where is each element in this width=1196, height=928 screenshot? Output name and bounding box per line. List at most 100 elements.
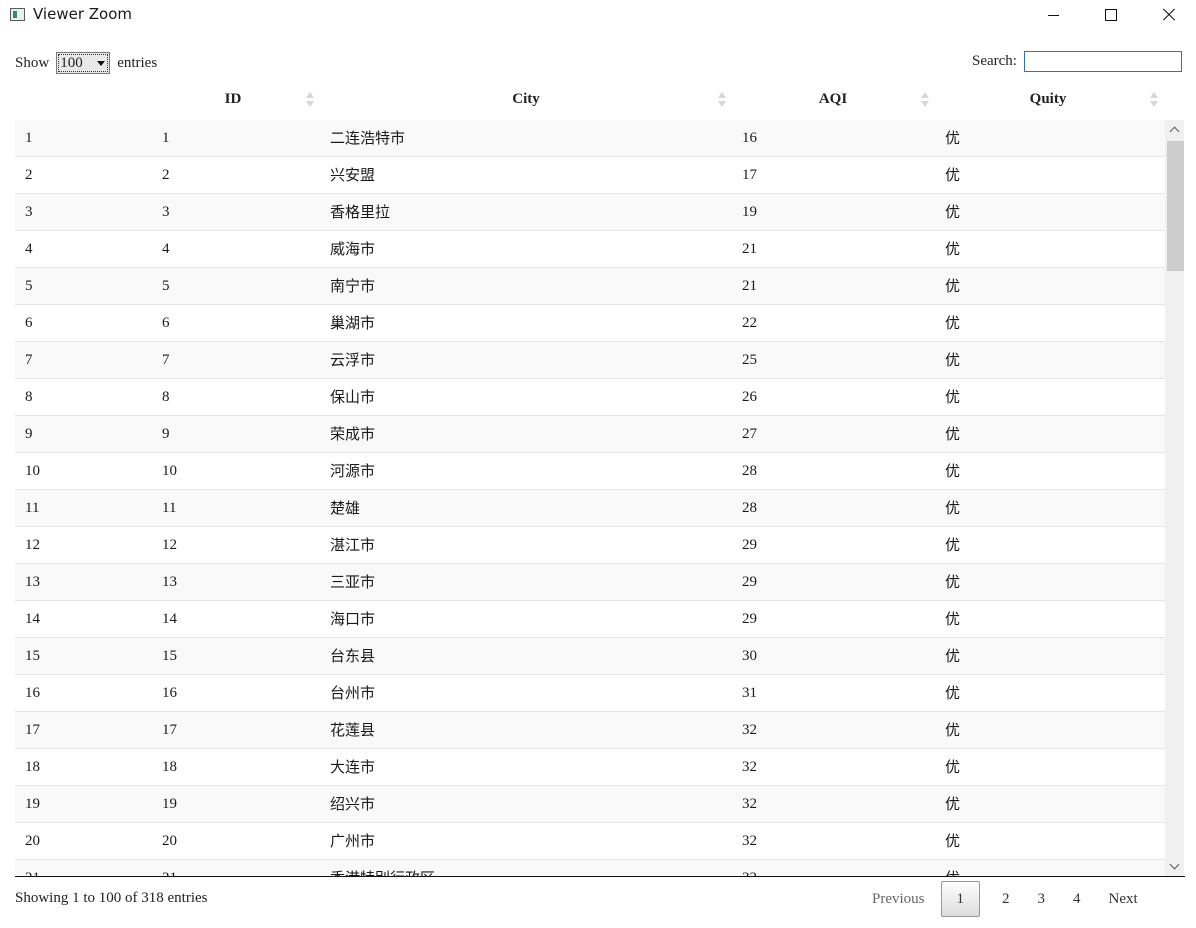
chevron-down-icon bbox=[97, 60, 106, 66]
table-row[interactable]: 8 8 保山市 26 优 bbox=[15, 379, 1165, 416]
cell-city: 花莲县 bbox=[330, 721, 376, 739]
cell-id: 17 bbox=[162, 722, 177, 738]
scrollbar-thumb[interactable] bbox=[1167, 141, 1184, 271]
entries-label: entries bbox=[117, 54, 158, 71]
cell-index: 4 bbox=[25, 241, 33, 257]
cell-quity: 优 bbox=[945, 795, 961, 813]
cell-quity: 优 bbox=[945, 573, 961, 591]
cell-aqi: 28 bbox=[742, 463, 757, 479]
cell-quity: 优 bbox=[945, 314, 961, 332]
cell-aqi: 22 bbox=[742, 315, 757, 331]
table-header: ID City AQI Quity bbox=[15, 84, 1165, 121]
cell-city: 云浮市 bbox=[330, 351, 376, 369]
cell-id: 20 bbox=[162, 833, 177, 849]
table-row[interactable]: 17 17 花莲县 32 优 bbox=[15, 712, 1165, 749]
table-row[interactable]: 18 18 大连市 32 优 bbox=[15, 749, 1165, 786]
table-row[interactable]: 11 11 楚雄 28 优 bbox=[15, 490, 1165, 527]
cell-city: 香格里拉 bbox=[330, 203, 391, 221]
cell-quity: 优 bbox=[945, 610, 961, 628]
cell-id: 6 bbox=[162, 315, 170, 331]
page-button-4[interactable]: 4 bbox=[1059, 881, 1095, 917]
page-length-value: 100 bbox=[60, 54, 83, 71]
table-row[interactable]: 12 12 湛江市 29 优 bbox=[15, 527, 1165, 564]
cell-id: 18 bbox=[162, 759, 177, 775]
title-bar: Viewer Zoom bbox=[0, 0, 1196, 32]
table-row[interactable]: 15 15 台东县 30 优 bbox=[15, 638, 1165, 675]
table-row[interactable]: 5 5 南宁市 21 优 bbox=[15, 268, 1165, 305]
table-row[interactable]: 19 19 绍兴市 32 优 bbox=[15, 786, 1165, 823]
column-header-index[interactable] bbox=[15, 84, 149, 120]
cell-index: 2 bbox=[25, 167, 33, 183]
vertical-scrollbar[interactable] bbox=[1165, 120, 1184, 876]
cell-index: 11 bbox=[25, 500, 40, 516]
close-button[interactable] bbox=[1146, 0, 1192, 30]
cell-id: 16 bbox=[162, 685, 177, 701]
cell-index: 19 bbox=[25, 796, 40, 812]
cell-quity: 优 bbox=[945, 203, 961, 221]
previous-page-button[interactable]: Previous bbox=[858, 881, 939, 917]
sort-icon bbox=[921, 92, 929, 108]
cell-quity: 优 bbox=[945, 277, 961, 295]
page-length-control: Show 100 entries bbox=[15, 52, 157, 74]
cell-id: 1 bbox=[162, 130, 170, 146]
minimize-button[interactable] bbox=[1030, 0, 1076, 30]
cell-city: 荣成市 bbox=[330, 425, 376, 443]
cell-id: 13 bbox=[162, 574, 177, 590]
search-input[interactable] bbox=[1023, 51, 1182, 72]
table-row[interactable]: 14 14 海口市 29 优 bbox=[15, 601, 1165, 638]
table-row[interactable]: 10 10 河源市 28 优 bbox=[15, 453, 1165, 490]
table-row[interactable]: 2 2 兴安盟 17 优 bbox=[15, 157, 1165, 194]
cell-quity: 优 bbox=[945, 425, 961, 443]
show-label: Show bbox=[15, 54, 50, 71]
window-title: Viewer Zoom bbox=[33, 5, 133, 23]
table-row[interactable]: 3 3 香格里拉 19 优 bbox=[15, 194, 1165, 231]
cell-aqi: 21 bbox=[742, 278, 757, 294]
next-page-button[interactable]: Next bbox=[1095, 881, 1152, 917]
column-header-aqi[interactable]: AQI bbox=[735, 84, 931, 120]
cell-city: 兴安盟 bbox=[330, 166, 376, 184]
cell-city: 台州市 bbox=[330, 684, 376, 702]
cell-id: 2 bbox=[162, 167, 170, 183]
table-row[interactable]: 4 4 威海市 21 优 bbox=[15, 231, 1165, 268]
cell-city: 海口市 bbox=[330, 610, 376, 628]
table-row[interactable]: 9 9 荣成市 27 优 bbox=[15, 416, 1165, 453]
page-button-2[interactable]: 2 bbox=[988, 881, 1024, 917]
scroll-up-button[interactable] bbox=[1165, 120, 1184, 139]
table-row[interactable]: 6 6 巢湖市 22 优 bbox=[15, 305, 1165, 342]
cell-city: 楚雄 bbox=[330, 499, 361, 517]
page-length-select[interactable]: 100 bbox=[56, 52, 111, 74]
table-row[interactable]: 7 7 云浮市 25 优 bbox=[15, 342, 1165, 379]
column-header-label: ID bbox=[224, 91, 242, 107]
cell-index: 9 bbox=[25, 426, 33, 442]
cell-id: 5 bbox=[162, 278, 170, 294]
cell-id: 15 bbox=[162, 648, 177, 664]
cell-id: 7 bbox=[162, 352, 170, 368]
cell-index: 20 bbox=[25, 833, 40, 849]
page-button-3[interactable]: 3 bbox=[1024, 881, 1060, 917]
cell-index: 14 bbox=[25, 611, 40, 627]
page-button-1[interactable]: 1 bbox=[940, 881, 980, 917]
cell-id: 21 bbox=[162, 860, 177, 876]
cell-city: 香港特别行政区 bbox=[330, 860, 435, 876]
column-header-id[interactable]: ID bbox=[149, 84, 317, 120]
cell-quity: 优 bbox=[945, 721, 961, 739]
cell-aqi: 16 bbox=[742, 130, 757, 146]
table-row[interactable]: 1 1 二连浩特市 16 优 bbox=[15, 120, 1165, 157]
cell-index: 5 bbox=[25, 278, 33, 294]
scroll-down-button[interactable] bbox=[1165, 857, 1184, 876]
cell-aqi: 32 bbox=[742, 759, 757, 775]
maximize-button[interactable] bbox=[1088, 0, 1134, 30]
cell-id: 3 bbox=[162, 204, 170, 220]
cell-index: 21 bbox=[25, 860, 40, 876]
column-header-quity[interactable]: Quity bbox=[931, 84, 1165, 120]
cell-aqi: 29 bbox=[742, 574, 757, 590]
column-header-city[interactable]: City bbox=[317, 84, 735, 120]
table-row[interactable]: 13 13 三亚市 29 优 bbox=[15, 564, 1165, 601]
table-row[interactable]: 20 20 广州市 32 优 bbox=[15, 823, 1165, 860]
cell-index: 8 bbox=[25, 389, 33, 405]
cell-quity: 优 bbox=[945, 240, 961, 258]
table-row[interactable]: 21 21 香港特别行政区 32 优 bbox=[15, 860, 1165, 876]
table-body: 1 1 二连浩特市 16 优 2 2 兴安盟 17 优 3 3 香格里拉 19 优 4 4 威海市 21 优 5 5 南宁市… bbox=[15, 120, 1165, 876]
cell-id: 14 bbox=[162, 611, 177, 627]
table-row[interactable]: 16 16 台州市 31 优 bbox=[15, 675, 1165, 712]
